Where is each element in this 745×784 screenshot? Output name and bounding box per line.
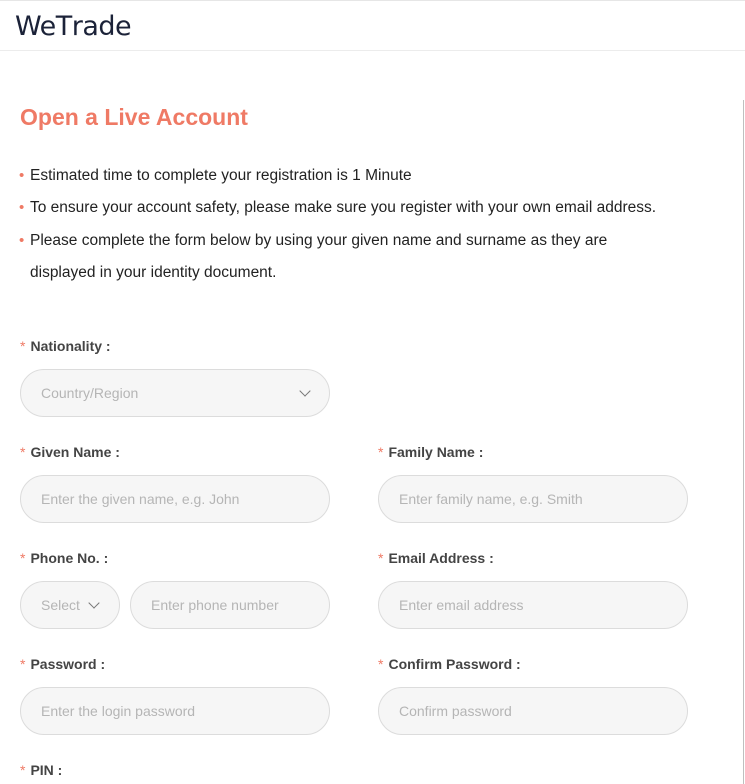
confirm-password-label: * Confirm Password : <box>378 656 521 672</box>
note-item: • To ensure your account safety, please … <box>19 192 720 224</box>
pin-label-text: PIN : <box>30 762 63 778</box>
logo-text-we: We <box>15 10 56 42</box>
note-item: • Estimated time to complete your regist… <box>19 160 720 192</box>
required-mark: * <box>20 338 26 354</box>
note-item-continued: displayed in your identity document. <box>20 257 720 289</box>
bullet-icon: • <box>19 199 25 217</box>
required-mark: * <box>20 444 26 460</box>
required-mark: * <box>378 444 384 460</box>
bullet-icon: • <box>19 167 25 184</box>
nationality-select[interactable]: Country/Region <box>20 369 330 417</box>
required-mark: * <box>20 550 26 566</box>
phone-number-input[interactable] <box>130 581 330 629</box>
phone-label-text: Phone No. : <box>30 550 109 566</box>
confirm-password-input[interactable] <box>378 687 688 735</box>
required-mark: * <box>20 762 26 778</box>
nationality-placeholder: Country/Region <box>41 385 139 401</box>
phone-code-placeholder: Select <box>41 597 80 613</box>
bullet-icon: • <box>19 231 25 249</box>
email-label-text: Email Address : <box>388 550 494 566</box>
chevron-down-icon <box>299 385 311 397</box>
family-name-label: * Family Name : <box>378 444 483 460</box>
note-item: • Please complete the form below by usin… <box>19 225 720 257</box>
logo-text-t: T <box>55 10 73 42</box>
email-input[interactable] <box>378 581 688 629</box>
note-text: Please complete the form below by using … <box>30 231 608 249</box>
logo-text-rade: rade <box>71 10 132 42</box>
password-label-text: Password : <box>30 656 106 672</box>
password-input[interactable] <box>20 687 330 735</box>
chevron-down-icon <box>88 597 100 609</box>
phone-code-select[interactable]: Select <box>20 581 120 629</box>
phone-label: * Phone No. : <box>20 550 108 566</box>
given-name-label: * Given Name : <box>20 444 120 460</box>
wetrade-logo[interactable]: We Trade <box>15 7 132 45</box>
nationality-label-text: Nationality : <box>30 338 111 354</box>
nationality-label: * Nationality : <box>20 338 111 354</box>
pin-label: * PIN : <box>20 762 62 778</box>
required-mark: * <box>20 656 26 672</box>
required-mark: * <box>378 656 384 672</box>
page-title: Open a Live Account <box>20 104 248 130</box>
note-text: To ensure your account safety, please ma… <box>30 199 657 217</box>
given-name-label-text: Given Name : <box>30 444 120 460</box>
note-text: displayed in your identity document. <box>30 263 277 281</box>
given-name-input[interactable] <box>20 475 330 523</box>
registration-notes: • Estimated time to complete your regist… <box>19 160 720 289</box>
family-name-label-text: Family Name : <box>388 444 484 460</box>
scrollbar-edge <box>743 100 744 784</box>
required-mark: * <box>378 550 384 566</box>
email-label: * Email Address : <box>378 550 494 566</box>
confirm-password-label-text: Confirm Password : <box>388 656 521 672</box>
note-text: Estimated time to complete your registra… <box>30 167 412 184</box>
family-name-input[interactable] <box>378 475 688 523</box>
top-header: We Trade <box>0 0 745 51</box>
password-label: * Password : <box>20 656 105 672</box>
